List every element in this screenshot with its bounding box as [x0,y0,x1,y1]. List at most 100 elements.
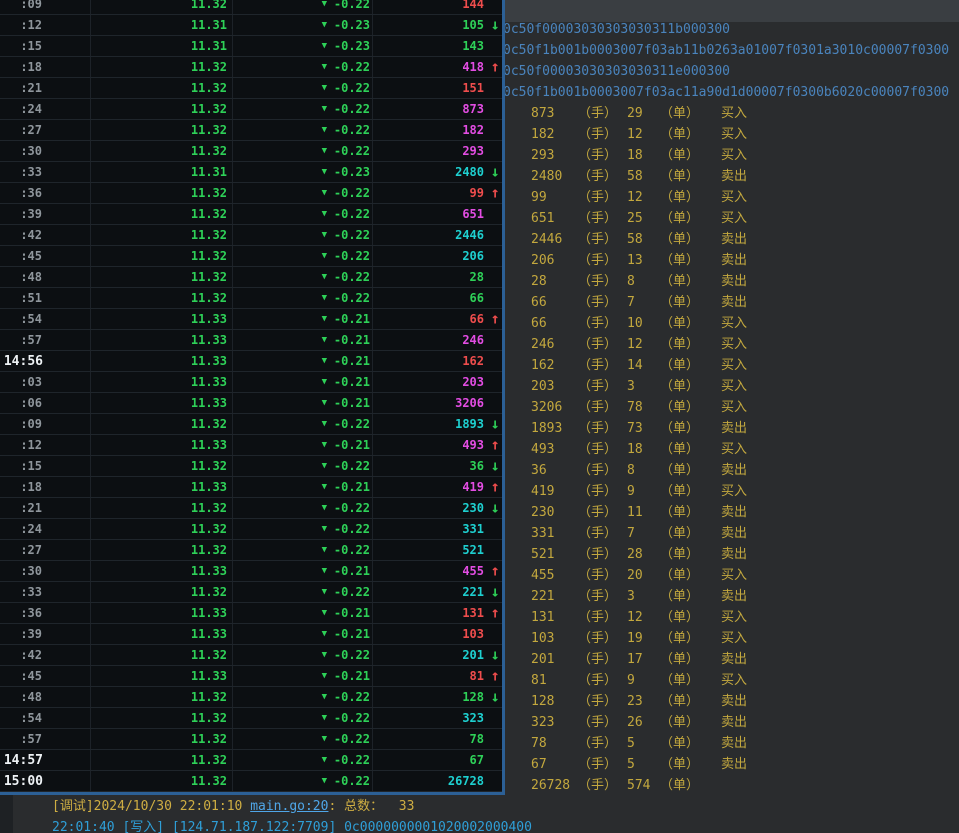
tick-row: 14:5611.33▼-0.21162 [0,351,502,372]
tick-row: :3011.32▼-0.22293 [0,141,502,162]
tick-change-value: -0.22 [332,585,370,599]
tick-change: ▼ -0.22 [232,60,372,74]
tick-time: :57 [0,333,90,347]
tick-volume: 36↓ [372,459,502,473]
tick-row: :0611.33▼-0.213206 [0,393,502,414]
tick-volume-value: 419 [462,480,484,494]
tick-volume-value: 2480 [455,165,484,179]
tick-time: :06 [0,396,90,410]
tick-price: 11.33 [90,375,232,389]
arrow-down-icon: ↓ [489,165,501,180]
trade-count: 10 [627,313,660,334]
tick-price: 11.33 [90,354,232,368]
unit-order-label: （单） [660,502,721,523]
tick-time: :33 [0,585,90,599]
tick-time: :42 [0,648,90,662]
tick-price: 11.31 [90,165,232,179]
trade-direction: 卖出 [721,229,747,250]
tick-change-value: -0.21 [332,396,370,410]
tick-change: ▼-0.22 [232,732,372,746]
tick-volume-value: 521 [462,543,484,557]
tick-price: 11.32 [90,417,232,431]
triangle-down-icon: ▼ [322,650,327,660]
tick-volume-value: 246 [462,333,484,347]
trade-direction: 买入 [721,208,747,229]
tick-time: :15 [0,459,90,473]
tick-change: ▼-0.22 [232,102,372,116]
unit-order-label: （单） [660,334,721,355]
triangle-down-icon: ▼ [322,251,327,261]
trade-count: 78 [627,397,660,418]
trade-volume: 873 [531,103,578,124]
arrow-down-icon: ↓ [489,501,501,516]
unit-order-label: （单） [660,355,721,376]
trade-volume: 67 [531,754,578,775]
unit-order-label: （单） [660,166,721,187]
trade-count: 12 [627,124,660,145]
tick-volume: 293 [372,144,502,158]
triangle-down-icon: ▼ [322,62,327,72]
tick-price: 11.32 [90,459,232,473]
trade-direction: 买入 [721,187,747,208]
tick-time: :09 [0,417,90,431]
tick-volume-value: 2446 [455,228,484,242]
trade-volume: 3206 [531,397,578,418]
tick-volume: 66 [372,291,502,305]
tick-volume: 1893↓ [372,417,502,431]
tick-change: ▼-0.22 [232,585,372,599]
tick-price: 11.32 [90,123,232,137]
tick-change-value: -0.22 [332,60,370,74]
main-go-link[interactable]: main.go:20 [250,799,328,814]
arrow-up-icon: ↑ [489,669,501,684]
trade-direction: 卖出 [721,544,747,565]
tick-volume: 144 [372,0,502,11]
unit-hand-label: （手） [578,523,627,544]
trade-direction: 买入 [721,103,747,124]
tick-time: :24 [0,102,90,116]
tick-row: :4811.32▼-0.22128↓ [0,687,502,708]
tick-volume: 331 [372,522,502,536]
trade-volume: 81 [531,670,578,691]
unit-order-label: （单） [660,271,721,292]
tick-change-value: -0.21 [332,438,370,452]
unit-order-label: （单） [660,418,721,439]
tick-volume-value: 1893 [455,417,484,431]
trade-count: 73 [627,418,660,439]
tick-price: 11.33 [90,606,232,620]
tick-row: :2411.32▼-0.22331 [0,519,502,540]
tick-time: :18 [0,480,90,494]
tick-volume-value: 81 [470,669,484,683]
tick-volume: 151 [372,81,502,95]
unit-order-label: （单） [660,124,721,145]
tick-row: :1211.31▼-0.23105↓ [0,15,502,36]
tick-change-value: -0.22 [332,249,370,263]
trade-volume: 419 [531,481,578,502]
unit-hand-label: （手） [578,628,627,649]
tick-time: :45 [0,669,90,683]
tick-row: :2711.32▼-0.22182 [0,120,502,141]
tick-row: :4511.33▼-0.2181↑ [0,666,502,687]
tick-change-value: -0.21 [332,627,370,641]
triangle-down-icon: ▼ [322,461,327,471]
tick-change: ▼-0.22 [232,711,372,725]
tick-volume-value: 221 [462,585,484,599]
unit-hand-label: （手） [578,565,627,586]
unit-hand-label: （手） [578,460,627,481]
tick-time: :42 [0,228,90,242]
unit-order-label: （单） [660,103,721,124]
tick-change-value: -0.21 [332,564,370,578]
tick-change: ▼-0.22 [232,144,372,158]
tick-volume-value: 67 [470,753,484,767]
tick-volume: 105↓ [372,18,502,32]
trade-volume: 131 [531,607,578,628]
tick-row: 15:0011.32▼-0.2226728 [0,771,502,792]
tick-price: 11.32 [90,501,232,515]
unit-order-label: （单） [660,187,721,208]
triangle-down-icon: ▼ [322,83,327,93]
arrow-up-icon: ↑ [489,480,501,495]
trade-direction: 买入 [721,481,747,502]
tick-price: 11.33 [90,669,232,683]
tick-row: :4811.32▼-0.2228 [0,267,502,288]
trade-volume: 2446 [531,229,578,250]
tick-volume: 521 [372,543,502,557]
